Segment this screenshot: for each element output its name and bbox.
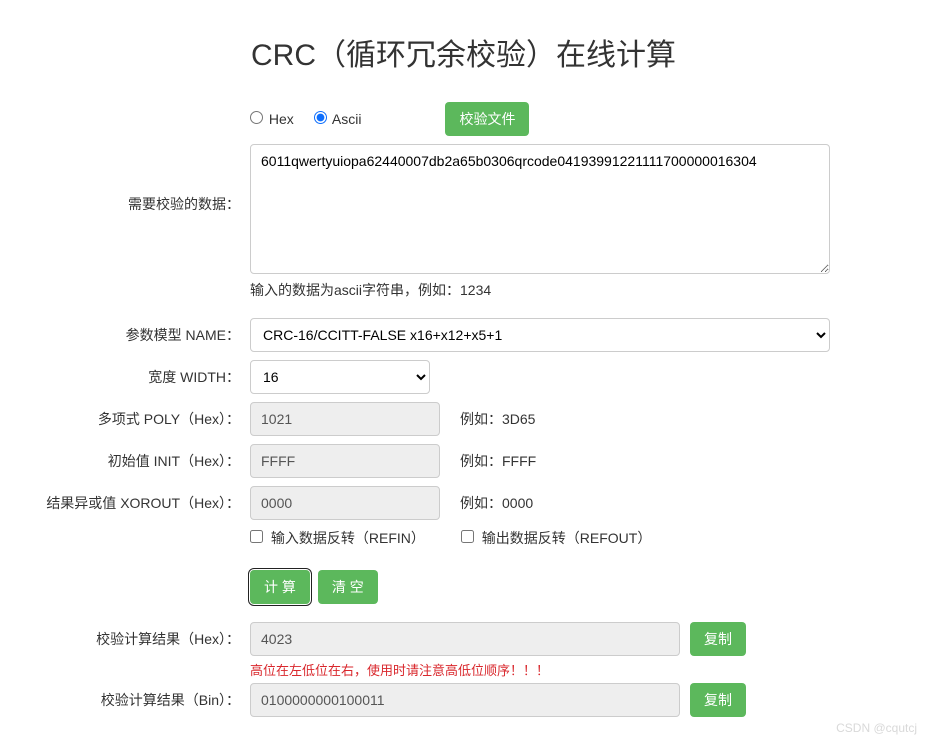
refin-checkbox[interactable] xyxy=(250,530,263,543)
init-label: 初始值 INIT（Hex）： xyxy=(20,444,250,471)
radio-hex-label[interactable]: Hex xyxy=(250,111,294,127)
action-buttons-row: 计 算 清 空 xyxy=(250,570,907,604)
refin-text: 输入数据反转（REFIN） xyxy=(271,530,425,546)
copy-hex-button[interactable]: 复制 xyxy=(690,622,746,656)
radio-ascii-text: Ascii xyxy=(332,111,362,127)
radio-ascii[interactable] xyxy=(314,111,327,124)
poly-example: 例如：3D65 xyxy=(460,409,535,429)
init-input[interactable] xyxy=(250,444,440,478)
format-radio-group: Hex Ascii 校验文件 xyxy=(250,102,907,136)
init-example: 例如：FFFF xyxy=(460,451,536,471)
refout-text: 输出数据反转（REFOUT） xyxy=(482,530,652,546)
copy-bin-button[interactable]: 复制 xyxy=(690,683,746,717)
poly-label: 多项式 POLY（Hex）： xyxy=(20,402,250,429)
data-input-label: 需要校验的数据： xyxy=(20,144,250,214)
refout-label[interactable]: 输出数据反转（REFOUT） xyxy=(461,528,651,548)
model-label: 参数模型 NAME： xyxy=(20,318,250,345)
form-container: Hex Ascii 校验文件 需要校验的数据： 输入的数据为ascii字符串，例… xyxy=(0,102,927,717)
empty-label-3 xyxy=(20,556,250,563)
data-input[interactable] xyxy=(250,144,830,274)
radio-hex[interactable] xyxy=(250,111,263,124)
radio-ascii-label[interactable]: Ascii xyxy=(314,111,362,127)
reflect-checkbox-group: 输入数据反转（REFIN） 输出数据反转（REFOUT） xyxy=(250,528,907,548)
empty-label-2 xyxy=(20,528,250,535)
xorout-label: 结果异或值 XOROUT（Hex）： xyxy=(20,486,250,513)
watermark: CSDN @cqutcj xyxy=(836,721,917,735)
result-hex-note: 高位在左低位在右，使用时请注意高低位顺序！！！ xyxy=(250,660,549,679)
calculate-button[interactable]: 计 算 xyxy=(250,570,310,604)
clear-button[interactable]: 清 空 xyxy=(318,570,378,604)
page-title: CRC（循环冗余校验）在线计算 xyxy=(0,30,927,74)
width-select[interactable]: 16 xyxy=(250,360,430,394)
empty-label xyxy=(20,102,250,109)
poly-input[interactable] xyxy=(250,402,440,436)
refout-checkbox[interactable] xyxy=(461,530,474,543)
result-hex-label: 校验计算结果（Hex）： xyxy=(20,622,250,649)
xorout-example: 例如：0000 xyxy=(460,493,533,513)
width-label: 宽度 WIDTH： xyxy=(20,360,250,387)
result-hex-input[interactable] xyxy=(250,622,680,656)
model-select[interactable]: CRC-16/CCITT-FALSE x16+x12+x5+1 xyxy=(250,318,830,352)
refin-label[interactable]: 输入数据反转（REFIN） xyxy=(250,528,425,548)
data-input-hint: 输入的数据为ascii字符串，例如：1234 xyxy=(250,280,907,300)
verify-file-button[interactable]: 校验文件 xyxy=(445,102,529,136)
radio-hex-text: Hex xyxy=(269,111,294,127)
result-bin-label: 校验计算结果（Bin）： xyxy=(20,683,250,710)
xorout-input[interactable] xyxy=(250,486,440,520)
result-bin-input[interactable] xyxy=(250,683,680,717)
